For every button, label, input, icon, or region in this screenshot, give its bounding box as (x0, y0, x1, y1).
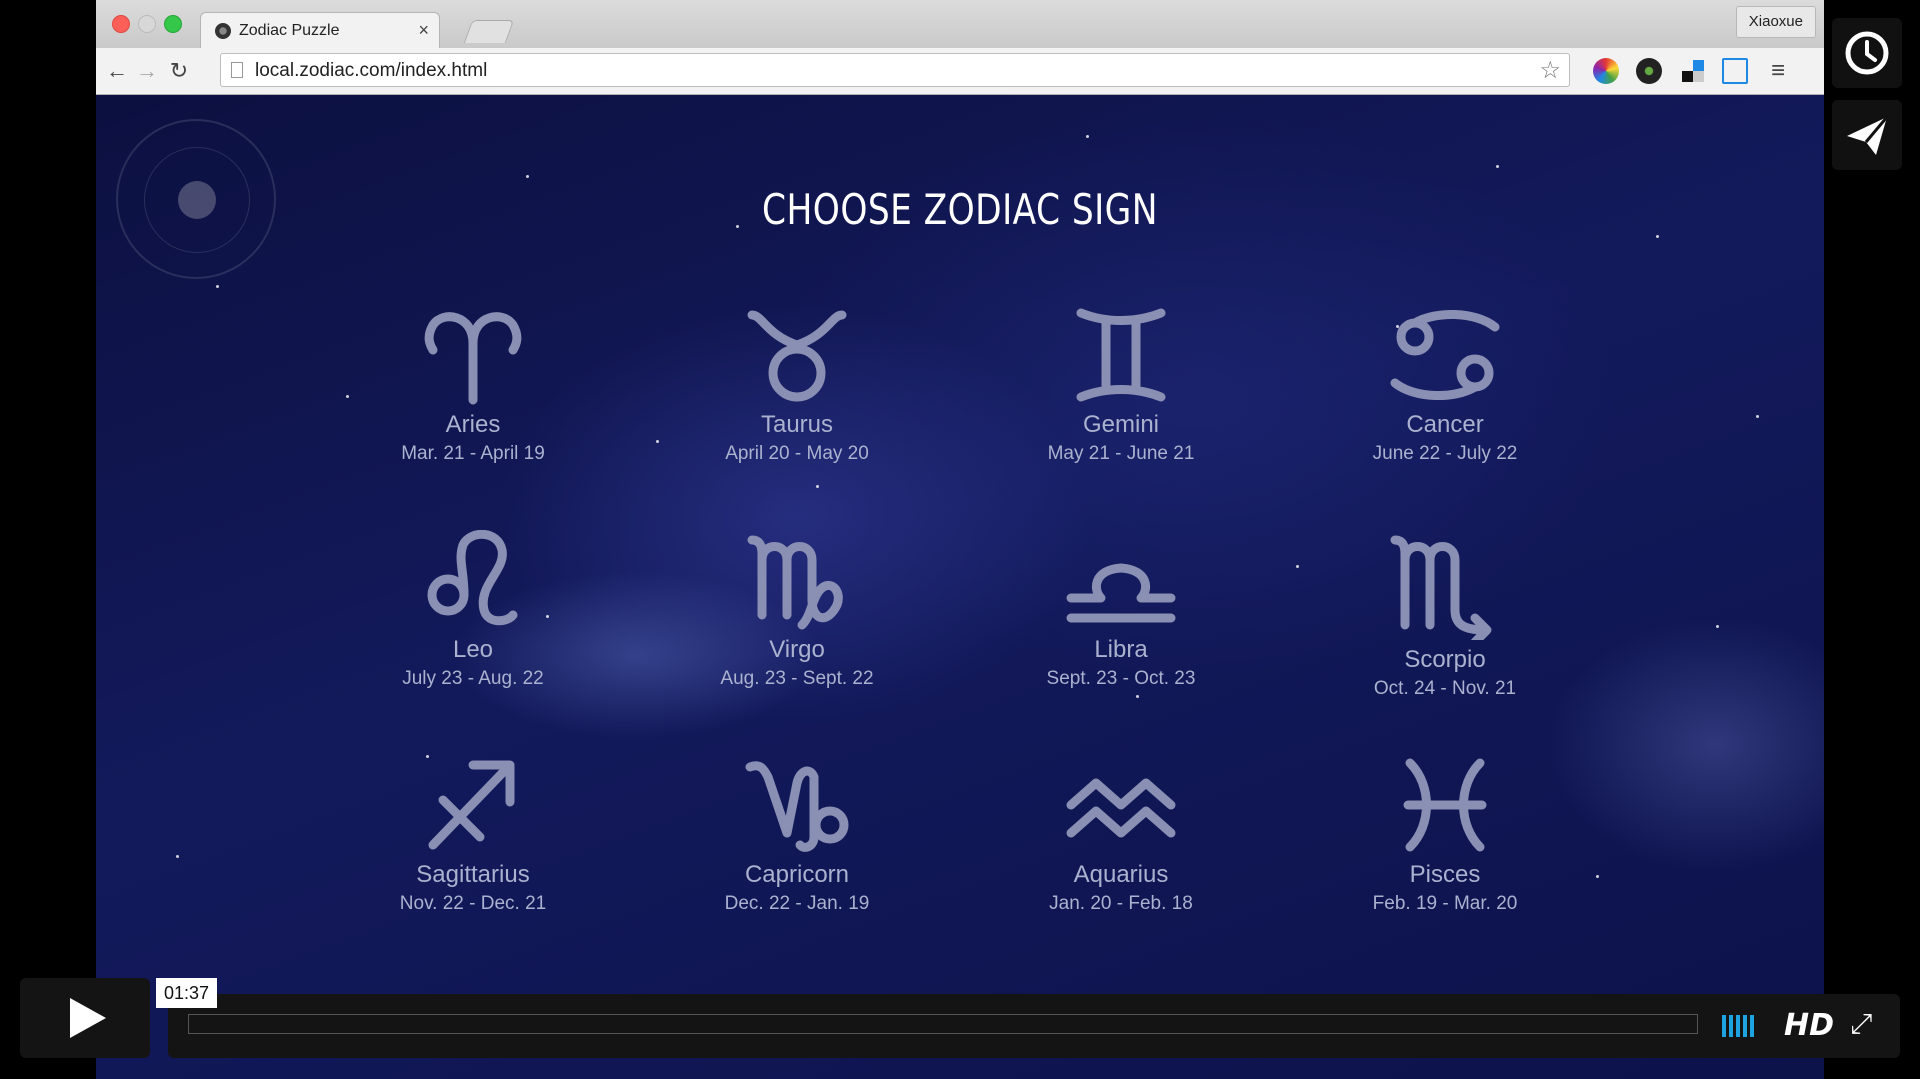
time-tooltip: 01:37 (156, 978, 218, 1008)
sign-dates: Oct. 24 - Nov. 21 (1373, 678, 1517, 699)
sign-name: Scorpio (1404, 646, 1486, 673)
sign-aries[interactable]: Aries Mar. 21 - April 19 (333, 305, 613, 465)
zodiac-page: CHOOSE ZODIAC SIGN Aries Mar. 21 - April… (96, 95, 1824, 1079)
clock-icon (1845, 31, 1889, 75)
aries-icon (424, 312, 522, 405)
sign-name: Virgo (769, 636, 825, 663)
virgo-icon (747, 535, 843, 630)
hd-toggle[interactable]: HD (1784, 1008, 1834, 1043)
libra-icon (1066, 563, 1176, 623)
moon-icon (178, 181, 216, 219)
browser-toolbar: ← → ↻ local.zodiac.com/index.html ☆ ≡ (96, 48, 1824, 95)
sign-capricorn[interactable]: Capricorn Dec. 22 - Jan. 19 (657, 755, 937, 915)
bookmark-star-icon[interactable]: ☆ (1539, 56, 1561, 85)
close-window-button[interactable] (112, 15, 130, 33)
forward-arrow-icon[interactable]: → (132, 56, 162, 86)
taurus-icon (747, 310, 847, 402)
watch-later-button[interactable] (1832, 18, 1902, 88)
url-text: local.zodiac.com/index.html (255, 60, 488, 81)
sign-gemini[interactable]: Gemini May 21 - June 21 (981, 305, 1261, 465)
aquarius-icon (1066, 778, 1176, 838)
share-button[interactable] (1832, 100, 1902, 170)
minimize-window-button[interactable] (138, 15, 156, 33)
menu-icon[interactable]: ≡ (1765, 58, 1791, 84)
sign-name: Pisces (1409, 861, 1481, 888)
sign-scorpio[interactable]: Scorpio Oct. 24 - Nov. 21 (1305, 530, 1585, 700)
page-icon (231, 62, 243, 78)
sagittarius-icon (428, 760, 515, 850)
tab-strip: Zodiac Puzzle × Xiaoxue (96, 0, 1824, 48)
profile-button[interactable]: Xiaoxue (1735, 6, 1816, 38)
sign-name: Aquarius (1073, 861, 1169, 888)
browser-window: Zodiac Puzzle × Xiaoxue ← → ↻ local.zodi… (96, 0, 1824, 1079)
sign-pisces[interactable]: Pisces Feb. 19 - Mar. 20 (1305, 755, 1585, 915)
maximize-window-button[interactable] (164, 15, 182, 33)
sign-name: Sagittarius (416, 861, 530, 888)
camera-extension-icon[interactable] (1636, 58, 1662, 84)
sign-dates: June 22 - July 22 (1372, 443, 1518, 464)
sign-dates: July 23 - Aug. 22 (402, 668, 544, 689)
leo-icon (427, 530, 518, 626)
sign-dates: Nov. 22 - Dec. 21 (399, 893, 547, 914)
sign-name: Gemini (1082, 411, 1160, 438)
sign-dates: Dec. 22 - Jan. 19 (724, 893, 870, 914)
tab-title: Zodiac Puzzle (239, 22, 340, 39)
favicon-icon (215, 23, 231, 39)
capricorn-icon (745, 761, 849, 852)
sign-libra[interactable]: Libra Sept. 23 - Oct. 23 (981, 530, 1261, 690)
tab-zodiac-puzzle[interactable]: Zodiac Puzzle × (200, 12, 440, 48)
volume-icon[interactable] (1722, 1015, 1757, 1042)
play-icon (70, 998, 106, 1038)
sign-name: Libra (1094, 636, 1148, 663)
sign-virgo[interactable]: Virgo Aug. 23 - Sept. 22 (657, 530, 937, 690)
delicious-extension-icon[interactable] (1680, 58, 1706, 84)
sign-dates: Feb. 19 - Mar. 20 (1372, 893, 1518, 914)
sign-aquarius[interactable]: Aquarius Jan. 20 - Feb. 18 (981, 755, 1261, 915)
sign-dates: Jan. 20 - Feb. 18 (1049, 893, 1193, 914)
sign-name: Cancer (1406, 411, 1484, 438)
player-controls: HD ⤢ (168, 994, 1900, 1058)
tab-close-icon[interactable]: × (418, 20, 429, 41)
back-arrow-icon[interactable]: ← (102, 56, 132, 86)
pisces-icon (1403, 758, 1487, 852)
sign-dates: Sept. 23 - Oct. 23 (1046, 668, 1196, 689)
sign-dates: April 20 - May 20 (725, 443, 869, 464)
sign-dates: Mar. 21 - April 19 (401, 443, 545, 464)
progress-bar[interactable] (188, 1014, 1698, 1034)
color-picker-extension-icon[interactable] (1593, 58, 1619, 84)
cancer-icon (1390, 310, 1500, 400)
sign-dates: Aug. 23 - Sept. 22 (720, 668, 874, 689)
paper-plane-icon (1847, 116, 1889, 155)
page-title: CHOOSE ZODIAC SIGN (762, 185, 1158, 234)
sign-leo[interactable]: Leo July 23 - Aug. 22 (333, 530, 613, 690)
sign-name: Aries (445, 411, 501, 438)
screen-capture-extension-icon[interactable] (1722, 58, 1748, 84)
sign-name: Taurus (760, 411, 834, 438)
sign-taurus[interactable]: Taurus April 20 - May 20 (657, 305, 937, 465)
address-bar[interactable]: local.zodiac.com/index.html ☆ (220, 53, 1570, 87)
scorpio-icon (1390, 535, 1492, 640)
reload-icon[interactable]: ↻ (164, 56, 194, 86)
sign-dates: May 21 - June 21 (1047, 443, 1195, 464)
sign-cancer[interactable]: Cancer June 22 - July 22 (1305, 305, 1585, 465)
gemini-icon (1076, 308, 1166, 402)
sign-name: Leo (452, 636, 494, 663)
sign-name: Capricorn (744, 861, 850, 888)
sign-sagittarius[interactable]: Sagittarius Nov. 22 - Dec. 21 (333, 755, 613, 915)
fullscreen-icon[interactable]: ⤢ (1850, 1008, 1872, 1041)
new-tab-button[interactable] (463, 20, 515, 43)
play-button[interactable] (20, 978, 150, 1058)
